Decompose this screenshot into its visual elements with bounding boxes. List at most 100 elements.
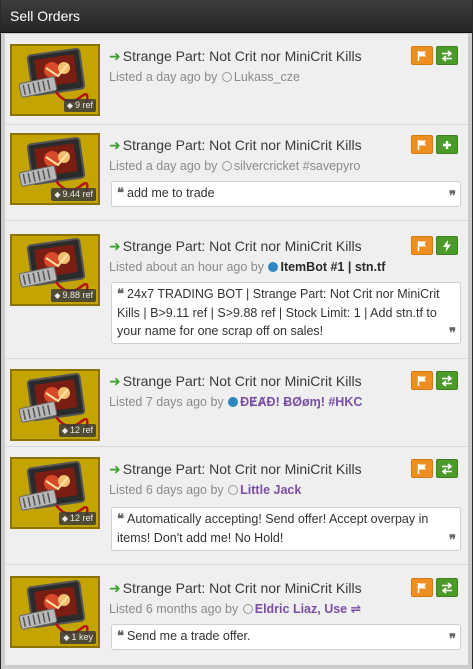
listing-divider xyxy=(5,220,468,221)
item-thumbnail[interactable]: ◆ 9.88 ref xyxy=(10,234,100,306)
seller-name-link[interactable]: silvercricket #savepyro xyxy=(234,159,360,173)
arrow-right-icon: ➜ xyxy=(109,461,121,477)
price-value: 12 ref xyxy=(69,513,93,523)
listing-meta: Listed 7 days ago by ĐɆȺĐ! ɃØøɱ! #HKC xyxy=(109,393,362,411)
price-badge: ◆ 12 ref xyxy=(58,512,96,525)
item-name: Strange Part: Not Crit nor MiniCrit Kill… xyxy=(122,373,362,389)
listing-meta: Listed 6 days ago by Little Jack xyxy=(109,481,301,499)
user-status-icon xyxy=(221,161,232,171)
item-name: Strange Part: Not Crit nor MiniCrit Kill… xyxy=(122,461,362,477)
arrow-right-icon: ➜ xyxy=(109,238,121,254)
tag-icon: ◆ xyxy=(66,101,73,110)
send-trade-offer-button[interactable] xyxy=(436,371,458,390)
seller-name-link[interactable]: ItemBot #1 | stn.tf xyxy=(280,260,385,274)
add-friend-button[interactable] xyxy=(436,135,458,154)
item-name: Strange Part: Not Crit nor MiniCrit Kill… xyxy=(122,137,362,153)
quote-close-icon: ❞ xyxy=(449,189,456,204)
price-badge: ◆ 9.44 ref xyxy=(51,188,96,201)
flag-icon xyxy=(417,582,426,593)
comment-text: Send me a trade offer. xyxy=(127,629,251,643)
report-flag-button[interactable] xyxy=(411,236,433,255)
listing-divider xyxy=(5,446,468,447)
sell-orders-panel: Sell Orders ◆ 9 ref ➜ Strange Part: Not Cr… xyxy=(0,0,473,669)
plus-icon xyxy=(443,140,451,149)
comment-text: add me to trade xyxy=(127,186,215,200)
arrow-right-icon: ➜ xyxy=(109,373,121,389)
listing-comment: ❝ Automatically accepting! Send offer! Ac… xyxy=(111,507,461,551)
quote-open-icon: ❝ xyxy=(117,512,124,527)
item-title-link[interactable]: ➜ Strange Part: Not Crit nor MiniCrit Kil… xyxy=(109,46,409,66)
quote-close-icon: ❞ xyxy=(449,533,456,548)
listing-meta: Listed about an hour ago by ItemBot #1 |… xyxy=(109,258,385,276)
flag-icon xyxy=(417,375,426,386)
tag-icon: ◆ xyxy=(61,426,68,435)
listed-time: Listed 6 months ago by xyxy=(109,602,239,616)
price-value: 9.88 ref xyxy=(62,290,93,300)
tag-icon: ◆ xyxy=(54,291,61,300)
listing-meta: Listed a day ago by silvercricket #savep… xyxy=(109,157,360,175)
user-status-icon xyxy=(221,72,232,82)
exchange-icon xyxy=(441,582,453,593)
item-title-link[interactable]: ➜ Strange Part: Not Crit nor MiniCrit Kil… xyxy=(109,135,409,155)
item-thumbnail[interactable]: ◆ 9.44 ref xyxy=(10,133,100,205)
price-badge: ◆ 1 key xyxy=(60,631,96,644)
item-thumbnail[interactable]: ◆ 12 ref xyxy=(10,457,100,529)
quote-close-icon: ❞ xyxy=(449,632,456,647)
report-flag-button[interactable] xyxy=(411,371,433,390)
item-title-link[interactable]: ➜ Strange Part: Not Crit nor MiniCrit Kil… xyxy=(109,371,409,391)
price-value: 9.44 ref xyxy=(62,189,93,199)
lightning-icon xyxy=(443,239,451,252)
listed-time: Listed 6 days ago by xyxy=(109,483,224,497)
tag-icon: ◆ xyxy=(63,633,70,642)
item-thumbnail[interactable]: ◆ 1 key xyxy=(10,576,100,648)
report-flag-button[interactable] xyxy=(411,46,433,65)
price-badge: ◆ 9 ref xyxy=(63,99,96,112)
send-trade-offer-button[interactable] xyxy=(436,578,458,597)
quote-open-icon: ❝ xyxy=(117,287,124,302)
flag-icon xyxy=(417,50,426,61)
arrow-right-icon: ➜ xyxy=(109,580,121,596)
exchange-icon xyxy=(441,50,453,61)
item-title-link[interactable]: ➜ Strange Part: Not Crit nor MiniCrit Kil… xyxy=(109,236,409,256)
listing-comment: ❝ add me to trade ❞ xyxy=(111,181,461,207)
item-thumbnail[interactable]: ◆ 12 ref xyxy=(10,369,100,441)
item-name: Strange Part: Not Crit nor MiniCrit Kill… xyxy=(122,580,362,596)
listed-time: Listed a day ago by xyxy=(109,159,218,173)
item-thumbnail[interactable]: ◆ 9 ref xyxy=(10,44,100,116)
seller-name-link[interactable]: Little Jack xyxy=(240,483,301,497)
comment-text: Automatically accepting! Send offer! Acc… xyxy=(117,512,429,545)
listing-divider xyxy=(5,358,468,359)
user-status-icon xyxy=(228,485,239,495)
seller-name-link[interactable]: Lukass_cze xyxy=(234,70,300,84)
listing-comment: ❝ Send me a trade offer. ❞ xyxy=(111,624,461,650)
quote-open-icon: ❝ xyxy=(117,629,124,644)
item-title-link[interactable]: ➜ Strange Part: Not Crit nor MiniCrit Kil… xyxy=(109,578,409,598)
exchange-icon xyxy=(441,463,453,474)
listed-time: Listed 7 days ago by xyxy=(109,395,224,409)
seller-name-link[interactable]: ĐɆȺĐ! ɃØøɱ! #HKC xyxy=(240,395,362,409)
seller-name-link[interactable]: Eldric Liaz, Use ⇌ xyxy=(255,602,361,616)
user-status-icon xyxy=(228,397,239,407)
instant-trade-button[interactable] xyxy=(436,236,458,255)
report-flag-button[interactable] xyxy=(411,135,433,154)
price-badge: ◆ 9.88 ref xyxy=(51,289,96,302)
item-title-link[interactable]: ➜ Strange Part: Not Crit nor MiniCrit Kil… xyxy=(109,459,409,479)
report-flag-button[interactable] xyxy=(411,459,433,478)
flag-icon xyxy=(417,139,426,150)
item-name: Strange Part: Not Crit nor MiniCrit Kill… xyxy=(122,48,362,64)
price-value: 12 ref xyxy=(69,425,93,435)
exchange-icon xyxy=(441,375,453,386)
price-badge: ◆ 12 ref xyxy=(58,424,96,437)
listed-time: Listed a day ago by xyxy=(109,70,218,84)
user-status-icon xyxy=(242,604,253,614)
user-status-icon xyxy=(268,262,279,272)
arrow-right-icon: ➜ xyxy=(109,137,121,153)
send-trade-offer-button[interactable] xyxy=(436,459,458,478)
listing-divider xyxy=(5,124,468,125)
report-flag-button[interactable] xyxy=(411,578,433,597)
flag-icon xyxy=(417,463,426,474)
item-name: Strange Part: Not Crit nor MiniCrit Kill… xyxy=(122,238,362,254)
listing-meta: Listed a day ago by Lukass_cze xyxy=(109,68,300,86)
send-trade-offer-button[interactable] xyxy=(436,46,458,65)
price-value: 9 ref xyxy=(74,100,93,110)
